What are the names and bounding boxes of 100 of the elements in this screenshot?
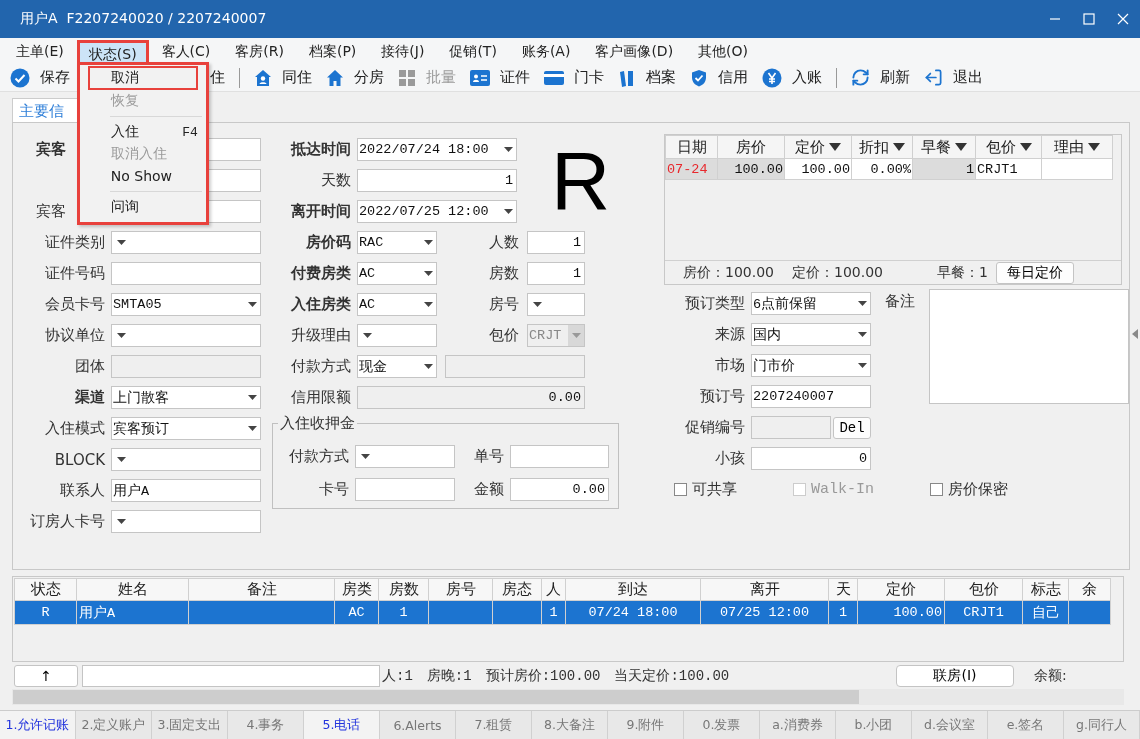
daily-rate-button[interactable]: 每日定价 xyxy=(995,261,1074,284)
dropdown-field[interactable] xyxy=(111,510,261,533)
column-header[interactable]: 备注 xyxy=(188,578,335,601)
text-field[interactable] xyxy=(111,262,261,285)
check-icon xyxy=(10,67,30,88)
menu-item[interactable]: 客房(R) xyxy=(223,40,296,62)
tab[interactable]: 1.允许记账 xyxy=(0,711,76,739)
scrollbar-thumb[interactable] xyxy=(13,690,859,704)
dropdown-field[interactable] xyxy=(357,324,437,347)
table-cell[interactable]: 07/25 12:00 xyxy=(700,600,829,625)
toolbar-button[interactable]: 档案 xyxy=(618,65,676,90)
dropdown-field[interactable]: SMTA05 xyxy=(111,293,261,316)
text-field[interactable]: 用户A xyxy=(111,479,261,502)
column-header[interactable]: 天 xyxy=(828,578,858,601)
column-header[interactable]: 房态 xyxy=(492,578,542,601)
column-header[interactable]: 状态 xyxy=(14,578,77,601)
toolbar-button[interactable]: 同住 xyxy=(254,65,312,90)
column-header[interactable]: 房类 xyxy=(334,578,379,601)
column-header[interactable]: 人 xyxy=(541,578,566,601)
menu-item[interactable]: No Show xyxy=(79,165,206,187)
toolbar-button[interactable]: 保存 xyxy=(10,65,70,90)
column-header[interactable]: 标志 xyxy=(1022,578,1069,601)
text-field[interactable] xyxy=(510,445,609,468)
field-label: 预订类型 xyxy=(684,294,746,313)
menu-item[interactable]: 接待(J) xyxy=(369,40,437,62)
column-header[interactable]: 包价 xyxy=(975,135,1042,159)
balance-label: 余额: xyxy=(1034,667,1068,685)
dropdown-field[interactable]: 上门散客 xyxy=(111,386,261,409)
remarks-textarea[interactable] xyxy=(929,289,1129,404)
menu-item[interactable]: 档案(P) xyxy=(296,40,369,62)
column-header[interactable]: 定价 xyxy=(857,578,945,601)
house-person-icon xyxy=(254,68,272,87)
dropdown-field[interactable]: 门市价 xyxy=(751,354,871,377)
dropdown-field[interactable]: AC xyxy=(357,262,437,285)
dropdown-field[interactable]: 现金 xyxy=(357,355,437,378)
table-cell[interactable]: 07/24 18:00 xyxy=(565,600,701,625)
column-header[interactable]: 房号 xyxy=(428,578,493,601)
collapse-arrow-icon[interactable] xyxy=(1132,329,1138,339)
field-label: 来源 xyxy=(714,325,746,344)
column-header[interactable]: 早餐 xyxy=(912,135,976,159)
menu-item[interactable]: 问询 xyxy=(79,196,206,218)
text-field[interactable]: 0 xyxy=(751,447,871,470)
text-field[interactable]: 1 xyxy=(527,231,585,254)
checkbox[interactable]: 可共享 xyxy=(674,480,793,499)
field-label: 宾客 xyxy=(35,202,67,221)
menu-item[interactable]: 主单(E) xyxy=(4,40,76,62)
horizontal-scrollbar[interactable] xyxy=(12,689,1124,705)
dropdown-field[interactable] xyxy=(111,324,261,347)
dropdown-field[interactable]: RAC xyxy=(357,231,437,254)
text-field[interactable]: 1 xyxy=(357,169,517,192)
toolbar-button[interactable]: 入账 xyxy=(762,65,822,90)
column-header[interactable]: 定价 xyxy=(784,135,852,159)
column-header[interactable]: 理由 xyxy=(1041,135,1113,159)
dropdown-field[interactable]: 2022/07/25 12:00 xyxy=(357,200,517,223)
dropdown-field[interactable] xyxy=(355,445,455,468)
dropdown-field[interactable] xyxy=(111,448,261,471)
column-header[interactable]: 余 xyxy=(1068,578,1111,601)
toolbar-button[interactable]: 退出 xyxy=(924,65,983,90)
text-field[interactable]: 2207240007 xyxy=(751,385,871,408)
column-header[interactable]: 离开 xyxy=(700,578,829,601)
dropdown-field[interactable]: AC xyxy=(357,293,437,316)
dropdown-field[interactable] xyxy=(111,231,261,254)
dropdown-field[interactable]: 6点前保留 xyxy=(751,292,871,315)
menu-item[interactable]: 取消 xyxy=(87,66,198,90)
up-button[interactable]: ↑ xyxy=(14,665,78,687)
text-field[interactable]: 1 xyxy=(527,262,585,285)
checkbox[interactable]: 房价保密 xyxy=(930,480,1070,499)
column-header[interactable]: 房价 xyxy=(717,135,785,159)
column-header[interactable]: 日期 xyxy=(665,135,718,159)
dropdown-field[interactable]: 国内 xyxy=(751,323,871,346)
column-header[interactable]: 房数 xyxy=(378,578,429,601)
table-cell[interactable] xyxy=(188,600,335,625)
column-header[interactable]: 折扣 xyxy=(851,135,913,159)
menu-item[interactable]: 其他(O) xyxy=(686,40,761,62)
tab[interactable]: 5.电话 xyxy=(304,711,380,739)
column-header[interactable]: 姓名 xyxy=(76,578,189,601)
menu-item[interactable]: 促销(T) xyxy=(437,40,509,62)
column-header[interactable]: 包价 xyxy=(944,578,1023,601)
table-cell[interactable]: 用户A xyxy=(76,600,189,625)
toolbar-button[interactable]: 门卡 xyxy=(544,65,604,90)
field-label: 房价码 xyxy=(305,233,352,252)
input-field[interactable] xyxy=(82,665,380,687)
delete-button[interactable]: Del xyxy=(833,416,871,439)
link-room-button[interactable]: 联房(I) xyxy=(896,665,1014,687)
dropdown-field[interactable]: 2022/07/24 18:00 xyxy=(357,138,517,161)
table-cell[interactable]: R xyxy=(14,600,77,625)
menu-item[interactable]: 账务(A) xyxy=(509,40,583,62)
toolbar-button[interactable]: 住 xyxy=(210,65,225,90)
menu-item[interactable]: 客人(C) xyxy=(149,40,223,62)
column-header[interactable]: 到达 xyxy=(565,578,701,601)
dropdown-field[interactable]: 宾客预订 xyxy=(111,417,261,440)
menu-item[interactable]: 客户画像(D) xyxy=(583,40,686,62)
toolbar-button[interactable]: 刷新 xyxy=(851,65,910,90)
toolbar-button[interactable]: 信用 xyxy=(690,65,748,90)
toolbar-button[interactable]: 分房 xyxy=(326,65,384,90)
text-field[interactable] xyxy=(355,478,455,501)
dropdown-field[interactable] xyxy=(527,293,585,316)
menu-item[interactable]: 入住 F4 xyxy=(79,121,206,143)
toolbar-button[interactable]: 证件 xyxy=(470,65,530,90)
text-field[interactable]: 0.00 xyxy=(510,478,609,501)
